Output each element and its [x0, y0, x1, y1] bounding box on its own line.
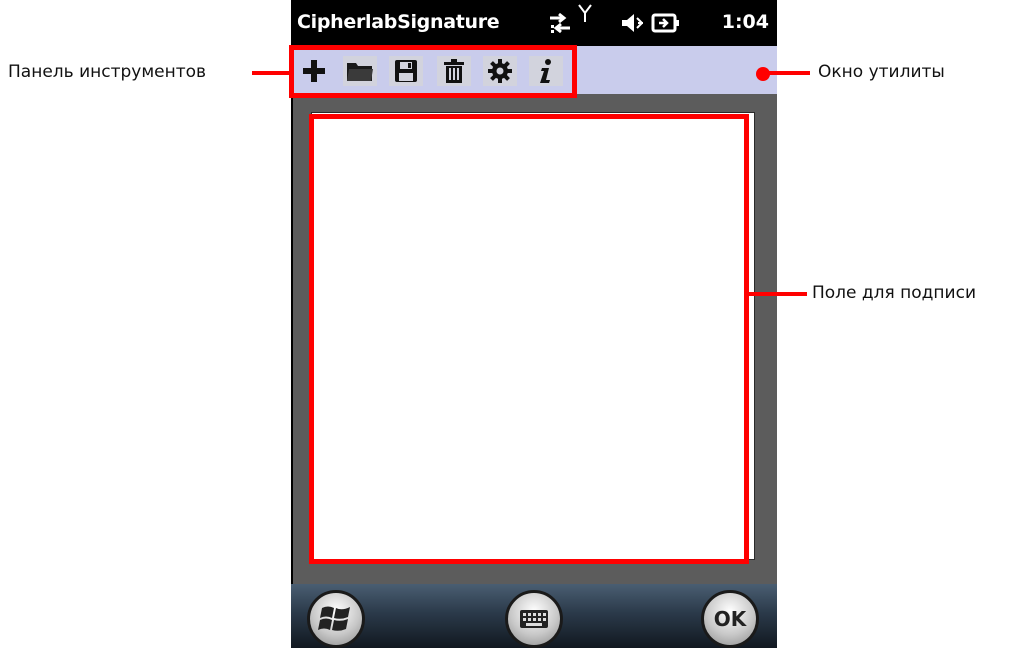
- signature-callout-line: [749, 292, 807, 296]
- ok-label: OK: [713, 607, 747, 631]
- utility-callout-line: [768, 71, 810, 75]
- status-bar: CipherlabSignature 1:04: [291, 0, 777, 46]
- app-title: CipherlabSignature: [297, 11, 500, 33]
- signature-highlight-box: [309, 114, 749, 564]
- start-button[interactable]: [307, 590, 365, 648]
- keyboard-button[interactable]: [505, 590, 563, 648]
- signal-antenna-icon: [578, 4, 592, 22]
- ok-button[interactable]: OK: [701, 590, 759, 648]
- utility-callout-label: Окно утилиты: [818, 62, 945, 82]
- toolbar-callout-line: [252, 71, 290, 75]
- bottom-bar: OK: [291, 584, 777, 648]
- battery-charging-icon: [651, 13, 679, 33]
- keyboard-icon: [520, 610, 548, 628]
- signature-callout-label: Поле для подписи: [812, 283, 976, 303]
- clock: 1:04: [721, 11, 769, 33]
- speaker-muted-icon: [622, 14, 643, 32]
- toolbar-callout-label: Панель инструментов: [8, 62, 207, 82]
- sync-arrows-icon: [550, 12, 570, 34]
- windows-start-icon: [318, 606, 350, 631]
- toolbar-highlight-box: [289, 45, 577, 98]
